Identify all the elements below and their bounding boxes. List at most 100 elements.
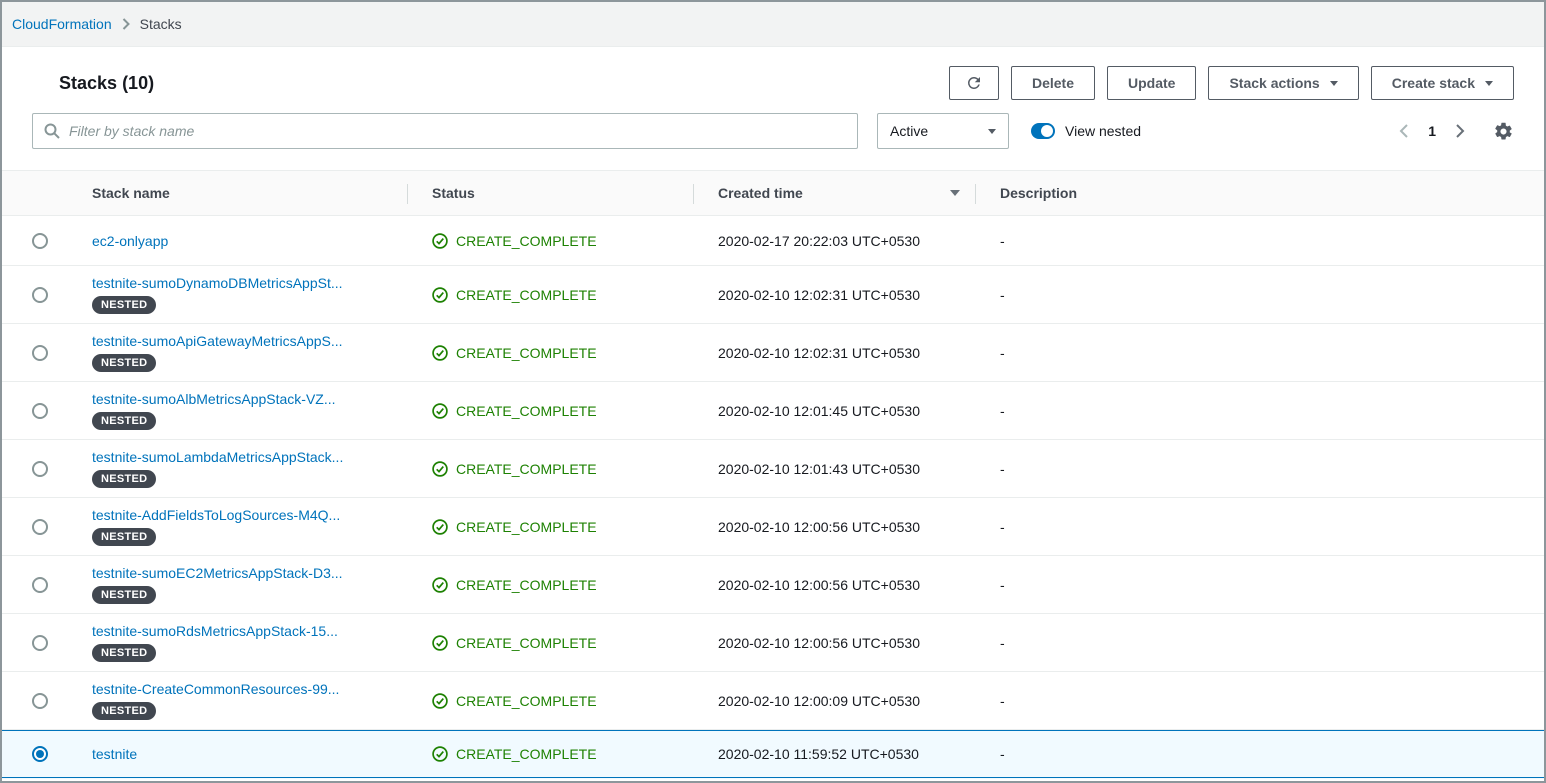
column-header-stack-name[interactable]: Stack name (68, 171, 408, 215)
status-cell: CREATE_COMPLETE (408, 693, 694, 709)
stack-name-cell: testnite-sumoAlbMetricsAppStack-VZ... NE… (68, 391, 408, 430)
table-row[interactable]: testnite-sumoRdsMetricsAppStack-15... NE… (2, 614, 1544, 672)
stack-count: (10) (122, 73, 154, 93)
row-select-radio[interactable] (32, 233, 48, 249)
stack-name-cell: testnite-sumoLambdaMetricsAppStack... NE… (68, 449, 408, 488)
status-filter-select[interactable]: Active (877, 113, 1009, 149)
row-select-cell (12, 635, 68, 651)
caret-down-icon (1330, 81, 1338, 86)
row-select-radio[interactable] (32, 345, 48, 361)
view-nested-control: View nested (1031, 123, 1141, 139)
description-cell: - (976, 746, 1544, 762)
status-text: CREATE_COMPLETE (456, 746, 597, 762)
status-text: CREATE_COMPLETE (456, 233, 597, 249)
table-row[interactable]: ec2-onlyapp CREATE_COMPLETE 2020-02-17 2… (2, 216, 1544, 266)
table-row[interactable]: testnite-sumoApiGatewayMetricsAppS... NE… (2, 324, 1544, 382)
description-cell: - (976, 461, 1544, 477)
row-select-radio[interactable] (32, 403, 48, 419)
status-success-icon (432, 635, 448, 651)
breadcrumb-cloudformation-link[interactable]: CloudFormation (12, 16, 112, 32)
status-cell: CREATE_COMPLETE (408, 746, 694, 762)
created-time: 2020-02-10 12:01:43 UTC+0530 (694, 461, 976, 477)
table-row[interactable]: testnite-sumoEC2MetricsAppStack-D3... NE… (2, 556, 1544, 614)
row-select-radio[interactable] (32, 746, 48, 762)
status-success-icon (432, 345, 448, 361)
row-select-radio[interactable] (32, 577, 48, 593)
stack-name-link[interactable]: testnite-sumoAlbMetricsAppStack-VZ... (92, 391, 336, 407)
status-cell: CREATE_COMPLETE (408, 635, 694, 651)
update-button[interactable]: Update (1107, 66, 1196, 100)
stack-name-link[interactable]: testnite-CreateCommonResources-99... (92, 681, 339, 697)
create-stack-label: Create stack (1392, 75, 1475, 91)
delete-button[interactable]: Delete (1011, 66, 1095, 100)
status-cell: CREATE_COMPLETE (408, 345, 694, 361)
status-text: CREATE_COMPLETE (456, 519, 597, 535)
stack-name-link[interactable]: testnite-sumoApiGatewayMetricsAppS... (92, 333, 343, 349)
cloudformation-stacks-page: CloudFormation Stacks Stacks (10) Delete… (0, 0, 1546, 783)
row-select-radio[interactable] (32, 287, 48, 303)
refresh-button[interactable] (949, 66, 999, 100)
row-select-cell (12, 577, 68, 593)
status-cell: CREATE_COMPLETE (408, 233, 694, 249)
row-select-radio[interactable] (32, 693, 48, 709)
created-time: 2020-02-10 11:59:52 UTC+0530 (694, 746, 976, 762)
table-row[interactable]: testnite-sumoDynamoDBMetricsAppSt... NES… (2, 266, 1544, 324)
preferences-button[interactable] (1493, 121, 1514, 142)
stack-name-link[interactable]: testnite-AddFieldsToLogSources-M4Q... (92, 507, 340, 523)
create-stack-button[interactable]: Create stack (1371, 66, 1514, 100)
nested-badge: NESTED (92, 702, 156, 720)
description-cell: - (976, 403, 1544, 419)
stack-name-link[interactable]: ec2-onlyapp (92, 233, 168, 249)
nested-badge: NESTED (92, 470, 156, 488)
stack-name-link[interactable]: testnite-sumoEC2MetricsAppStack-D3... (92, 565, 343, 581)
row-select-cell (12, 403, 68, 419)
status-success-icon (432, 746, 448, 762)
column-header-created-time[interactable]: Created time (694, 171, 976, 215)
table-row[interactable]: testnite-sumoLambdaMetricsAppStack... NE… (2, 440, 1544, 498)
page-header: Stacks (10) Delete Update Stack actions … (2, 47, 1544, 113)
created-time: 2020-02-10 12:02:31 UTC+0530 (694, 345, 976, 361)
column-header-status[interactable]: Status (408, 171, 694, 215)
nested-badge: NESTED (92, 354, 156, 372)
select-column-header (12, 171, 68, 215)
stack-name-link[interactable]: testnite-sumoRdsMetricsAppStack-15... (92, 623, 338, 639)
stack-name-link[interactable]: testnite (92, 746, 137, 762)
stack-actions-button[interactable]: Stack actions (1208, 66, 1358, 100)
caret-down-icon (988, 129, 996, 134)
row-select-radio[interactable] (32, 635, 48, 651)
status-text: CREATE_COMPLETE (456, 345, 597, 361)
stack-name-cell: testnite-AddFieldsToLogSources-M4Q... NE… (68, 507, 408, 546)
description-cell: - (976, 577, 1544, 593)
created-time: 2020-02-17 20:22:03 UTC+0530 (694, 233, 976, 249)
table-row[interactable]: testnite CREATE_COMPLETE 2020-02-10 11:5… (2, 730, 1544, 779)
status-cell: CREATE_COMPLETE (408, 287, 694, 303)
view-nested-toggle[interactable] (1031, 123, 1055, 139)
sort-descending-icon[interactable] (950, 190, 960, 196)
table-row[interactable]: testnite-AddFieldsToLogSources-M4Q... NE… (2, 498, 1544, 556)
stack-actions-label: Stack actions (1229, 75, 1319, 91)
created-time: 2020-02-10 12:02:31 UTC+0530 (694, 287, 976, 303)
status-text: CREATE_COMPLETE (456, 287, 597, 303)
table-row[interactable]: testnite-sumoAlbMetricsAppStack-VZ... NE… (2, 382, 1544, 440)
status-text: CREATE_COMPLETE (456, 635, 597, 651)
status-success-icon (432, 461, 448, 477)
row-select-radio[interactable] (32, 461, 48, 477)
description-cell: - (976, 519, 1544, 535)
nested-badge: NESTED (92, 528, 156, 546)
stack-name-link[interactable]: testnite-sumoDynamoDBMetricsAppSt... (92, 275, 343, 291)
table-row[interactable]: testnite-CreateCommonResources-99... NES… (2, 672, 1544, 730)
column-header-description[interactable]: Description (976, 171, 1544, 215)
row-select-cell (12, 461, 68, 477)
pagination-page-number[interactable]: 1 (1428, 123, 1436, 139)
row-select-cell (12, 287, 68, 303)
page-title-text: Stacks (59, 73, 117, 93)
stack-name-link[interactable]: testnite-sumoLambdaMetricsAppStack... (92, 449, 343, 465)
pagination-prev-button[interactable] (1397, 122, 1410, 140)
stack-filter-input[interactable] (32, 113, 858, 149)
pagination-next-button[interactable] (1454, 122, 1467, 140)
status-cell: CREATE_COMPLETE (408, 577, 694, 593)
created-time: 2020-02-10 12:00:09 UTC+0530 (694, 693, 976, 709)
row-select-radio[interactable] (32, 519, 48, 535)
stack-filter (32, 113, 858, 149)
status-text: CREATE_COMPLETE (456, 403, 597, 419)
